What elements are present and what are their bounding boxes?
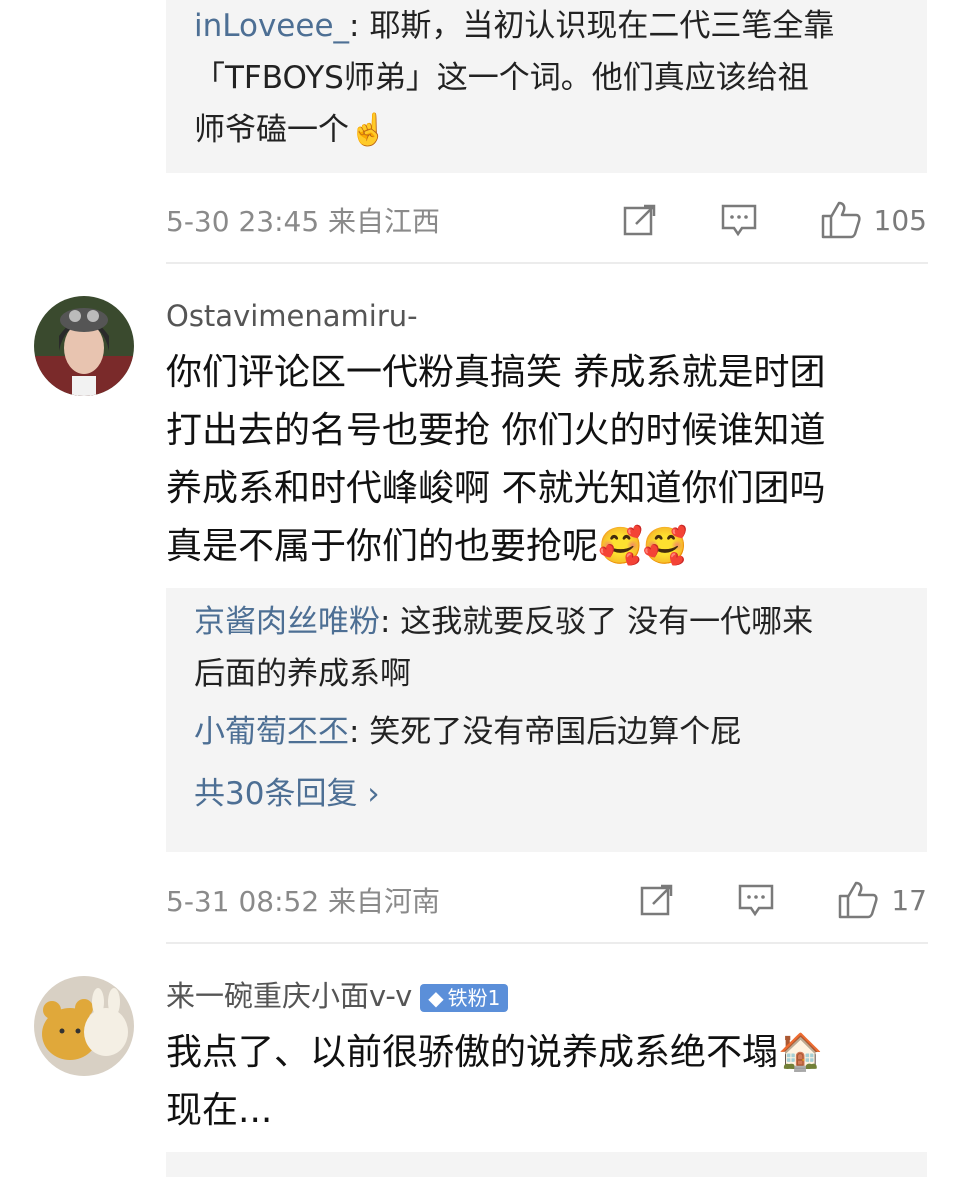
avatar[interactable] (34, 296, 134, 396)
share-icon (623, 204, 655, 236)
avatar[interactable] (34, 976, 134, 1076)
time-location: 5-31 08:52 来自河南 (166, 885, 441, 918)
badge-label: 铁粉1 (447, 986, 501, 1010)
reply-username[interactable]: 京酱肉丝唯粉 (194, 604, 380, 640)
comment-icon (739, 884, 774, 917)
reply-username[interactable]: 小葡萄丕丕 (194, 714, 349, 750)
comment-line: 打出去的名号也要抢 你们火的时候谁知道 (166, 410, 826, 451)
like-button[interactable]: 17 (837, 880, 927, 920)
username[interactable]: Ostavimenamiru- (166, 298, 418, 334)
reply-username[interactable]: inLoveee_ (194, 8, 349, 44)
comment-body: 你们评论区一代粉真搞笑 养成系就是时团 打出去的名号也要抢 你们火的时候谁知道 … (166, 344, 926, 576)
reply-text-line: 师爷磕一个☝️ (194, 112, 388, 148)
reply-box[interactable]: 京酱肉丝唯粉: 这我就要反驳了 没有一代哪来 后面的养成系啊 小葡萄丕丕: 笑死… (166, 588, 927, 852)
comment-line: 现在... (166, 1090, 273, 1131)
thumbs-up-icon (821, 201, 861, 239)
comment-button[interactable] (720, 202, 758, 238)
reply-box[interactable]: inLoveee_: 耶斯，当初认识现在二代三笔全靠 「TFBOYS师弟」这一个… (166, 0, 927, 173)
comment-line: 我点了、以前很骄傲的说养成系绝不塌🏠 (166, 1032, 823, 1073)
more-replies-link[interactable]: 共30条回复 › (194, 768, 903, 820)
comment-meta: 5-30 23:45 来自江西 105 (166, 190, 927, 250)
share-button[interactable] (639, 882, 675, 918)
reply-text-line: 后面的养成系啊 (194, 656, 411, 692)
reply-item[interactable]: 京酱肉丝唯粉: 这我就要反驳了 没有一代哪来 (194, 596, 903, 648)
share-icon (641, 884, 673, 916)
thumbs-up-icon (839, 881, 878, 919)
share-button[interactable] (622, 202, 658, 238)
reply-text: : 笑死了没有帝国后边算个屁 (349, 714, 742, 750)
comment-line: 真是不属于你们的也要抢呢🥰🥰 (166, 526, 688, 567)
divider (166, 262, 928, 264)
reply-item[interactable]: 小葡萄丕丕: 笑死了没有帝国后边算个屁 (194, 706, 903, 758)
reply-text: : 这我就要反驳了 没有一代哪来 (380, 604, 814, 640)
like-button[interactable]: 105 (820, 200, 927, 240)
username-row: 来一碗重庆小面v-v ◆ 铁粉1 (166, 978, 509, 1014)
like-count: 17 (891, 883, 927, 917)
comment-line: 养成系和时代峰峻啊 不就光知道你们团吗 (166, 468, 826, 509)
reply-box[interactable] (166, 1152, 927, 1177)
comment-button[interactable] (737, 882, 775, 918)
reply-text-line: 「TFBOYS师弟」这一个词。他们真应该给祖 (194, 60, 809, 96)
comment-body: 我点了、以前很骄傲的说养成系绝不塌🏠 现在... (166, 1024, 926, 1140)
username[interactable]: 来一碗重庆小面v-v (166, 979, 412, 1013)
reply-item[interactable]: inLoveee_: 耶斯，当初认识现在二代三笔全靠 (194, 0, 903, 52)
comment-icon (721, 204, 756, 237)
reply-text: : 耶斯，当初认识现在二代三笔全靠 (349, 8, 835, 44)
divider (166, 942, 928, 944)
diamond-icon: ◆ (428, 986, 444, 1010)
like-count: 105 (873, 203, 927, 237)
comment-meta: 5-31 08:52 来自河南 17 (166, 870, 927, 930)
time-location: 5-30 23:45 来自江西 (166, 205, 441, 238)
comment-line: 你们评论区一代粉真搞笑 养成系就是时团 (166, 352, 826, 393)
fan-badge: ◆ 铁粉1 (420, 984, 509, 1012)
